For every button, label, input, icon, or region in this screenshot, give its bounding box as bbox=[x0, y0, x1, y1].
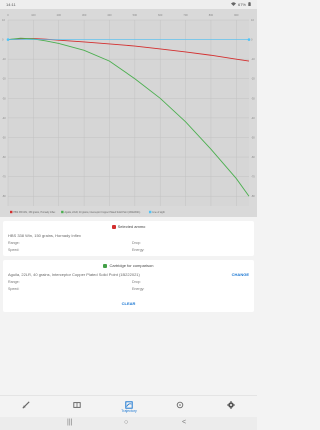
y-tick-label: -30 bbox=[2, 96, 6, 100]
plot-area bbox=[8, 20, 249, 206]
book-icon bbox=[67, 401, 87, 409]
y-tick-label: 0 bbox=[2, 38, 4, 42]
comparison-speed-label: Speed: bbox=[8, 287, 20, 291]
nav-trajectory-label: Trajectory bbox=[121, 409, 137, 413]
legend-swatch bbox=[148, 210, 152, 214]
status-time: 14:11 bbox=[6, 2, 16, 7]
selected-ammo-title: Selected ammo bbox=[117, 224, 146, 229]
y-tick-label: -60 bbox=[2, 155, 6, 159]
y-tick-label-right: -70 bbox=[251, 175, 255, 179]
y-tick-label: 10 bbox=[2, 18, 5, 22]
comparison-energy-label: Energy: bbox=[132, 287, 145, 291]
legend-swatch bbox=[61, 210, 64, 214]
bottom-navigation: Trajectory bbox=[0, 395, 257, 418]
comparison-ammo-name: Aguila, 22LR, 40 grains, Interceptor Cop… bbox=[8, 272, 140, 277]
y-tick-label-right: -60 bbox=[251, 155, 255, 159]
system-navigation: ||| ○ < bbox=[0, 417, 257, 430]
comparison-color-icon bbox=[103, 263, 108, 268]
y-tick-label: -40 bbox=[2, 116, 6, 120]
x-tick-label: 800 bbox=[209, 13, 214, 17]
comparison-range-label: Range: bbox=[8, 280, 20, 284]
y-tick-label-right: 10 bbox=[251, 18, 254, 22]
home-button[interactable]: ○ bbox=[124, 419, 128, 426]
y-tick-label: -70 bbox=[2, 175, 6, 179]
legend-swatch bbox=[10, 210, 13, 214]
clear-button[interactable]: CLEAR bbox=[3, 301, 254, 306]
y-tick-label-right: -80 bbox=[251, 194, 255, 198]
selected-drop-label: Drop: bbox=[132, 241, 141, 245]
legend-label: Line of sight bbox=[152, 211, 165, 214]
y-tick-label: -20 bbox=[2, 77, 6, 81]
legend-label: HBS 338 Win, 150 grains, Hornady Inflex bbox=[13, 211, 56, 214]
comparison-drop-label: Drop: bbox=[132, 280, 141, 284]
battery-label: 67% bbox=[237, 2, 246, 7]
change-button[interactable]: CHANGE bbox=[232, 272, 249, 277]
nav-trajectory[interactable]: Trajectory bbox=[117, 401, 141, 417]
y-tick-label-right: -40 bbox=[251, 116, 255, 120]
x-tick-label: 500 bbox=[133, 13, 138, 17]
y-tick-label: -10 bbox=[2, 57, 6, 61]
x-tick-label: 900 bbox=[234, 13, 239, 17]
x-tick-label: 400 bbox=[107, 13, 112, 17]
nav-ammo-library[interactable] bbox=[67, 401, 87, 417]
comparison-title: Cartridge for comparison bbox=[109, 263, 154, 268]
x-tick-label: 200 bbox=[57, 13, 62, 17]
trajectory-icon bbox=[117, 401, 141, 409]
selected-ammo-name: HBS 338 Win, 150 grains, Hornady Inflex bbox=[8, 233, 81, 238]
y-tick-label-right: -20 bbox=[251, 77, 255, 81]
y-tick-label-right: -10 bbox=[251, 57, 255, 61]
trajectory-chart-svg[interactable]: 0 100 200 300 400 500 600 700 800 90010 100 0-10 -10… bbox=[0, 9, 257, 217]
selected-ammo-color-icon bbox=[111, 224, 116, 229]
nav-settings[interactable] bbox=[221, 401, 241, 417]
selected-ammo-header: Selected ammo bbox=[3, 224, 254, 229]
back-button[interactable]: < bbox=[182, 419, 186, 426]
target-icon bbox=[170, 401, 190, 409]
y-tick-label-right: 0 bbox=[251, 38, 253, 42]
selected-ammo-panel: Selected ammo HBS 338 Win, 150 grains, H… bbox=[3, 221, 254, 256]
selected-energy-label: Energy: bbox=[132, 248, 145, 252]
wifi-icon bbox=[230, 2, 236, 7]
nav-rifle[interactable] bbox=[16, 401, 36, 417]
x-tick-label: 700 bbox=[183, 13, 188, 17]
settings-icon bbox=[221, 401, 241, 409]
legend-label: Aguila, 22LR, 40 grains, Interceptor Cop… bbox=[65, 211, 141, 214]
trajectory-chart[interactable]: 0 100 200 300 400 500 600 700 800 900 10 10 0 0 -10 -10… bbox=[0, 9, 257, 217]
rifle-icon bbox=[16, 401, 36, 409]
comparison-panel: Cartridge for comparison Aguila, 22LR, 4… bbox=[3, 260, 254, 312]
nav-target[interactable] bbox=[170, 401, 190, 417]
status-bar: 14:11 67% bbox=[0, 0, 257, 9]
line-of-sight-marker bbox=[247, 38, 251, 41]
y-tick-label: -80 bbox=[2, 194, 6, 198]
x-tick-label: 100 bbox=[31, 13, 36, 17]
comparison-header: Cartridge for comparison bbox=[3, 263, 254, 268]
line-of-sight-marker bbox=[6, 38, 10, 41]
x-tick-label: 300 bbox=[82, 13, 87, 17]
y-tick-label-right: -30 bbox=[251, 96, 255, 100]
y-tick-label-right: -50 bbox=[251, 135, 255, 139]
x-tick-label: 0 bbox=[7, 13, 9, 17]
selected-speed-label: Speed: bbox=[8, 248, 20, 252]
battery-icon bbox=[248, 2, 251, 7]
x-tick-label: 600 bbox=[158, 13, 163, 17]
y-tick-label: -50 bbox=[2, 135, 6, 139]
selected-range-label: Range: bbox=[8, 241, 20, 245]
recent-apps-button[interactable]: ||| bbox=[67, 419, 72, 426]
